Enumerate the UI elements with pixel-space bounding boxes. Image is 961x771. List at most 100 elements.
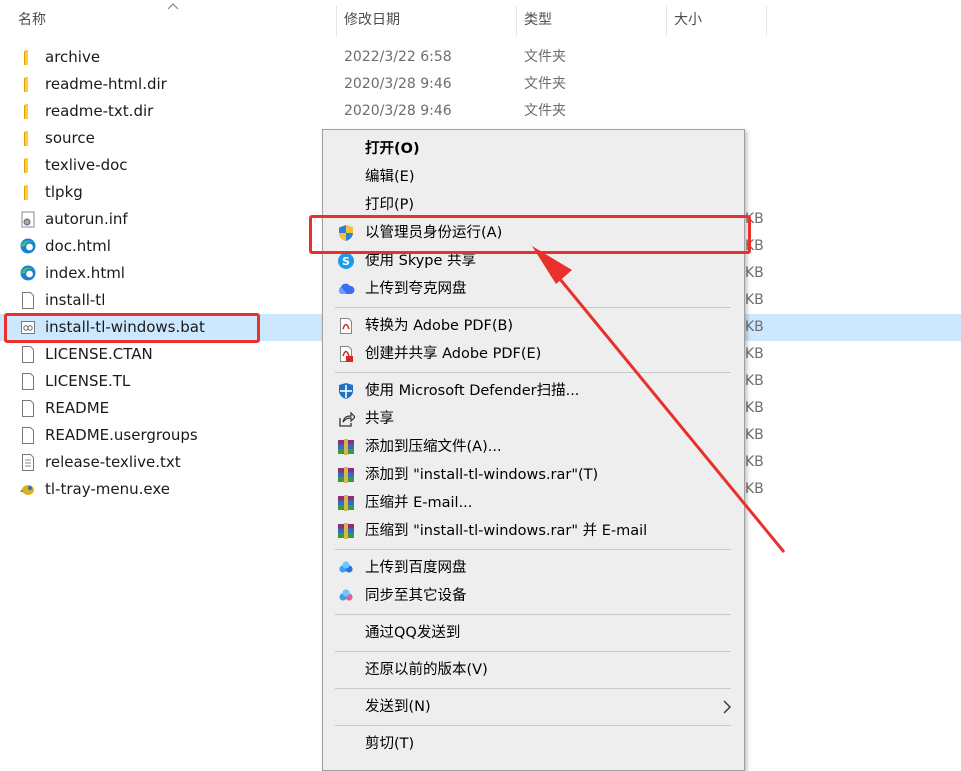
- settings-file-icon: [20, 211, 36, 228]
- menu-separator: [335, 307, 731, 308]
- menu-item-label: 压缩并 E-mail...: [365, 495, 473, 511]
- menu-item[interactable]: 打开(O): [323, 135, 744, 163]
- folder-icon: [20, 157, 36, 174]
- column-divider[interactable]: [666, 6, 667, 36]
- file-name: doc.html: [45, 237, 111, 255]
- baidu-sync-icon: [337, 587, 355, 605]
- file-name: release-texlive.txt: [45, 453, 181, 471]
- share-icon: [337, 410, 356, 428]
- winrar-icon: [337, 494, 355, 512]
- menu-item[interactable]: 添加到压缩文件(A)...: [323, 433, 744, 461]
- menu-item[interactable]: 压缩并 E-mail...: [323, 489, 744, 517]
- column-divider[interactable]: [516, 6, 517, 36]
- menu-item-label: 打开(O): [365, 141, 420, 157]
- winrar-icon: [337, 438, 355, 456]
- menu-item-label: 转换为 Adobe PDF(B): [365, 318, 514, 334]
- column-name[interactable]: 名称: [18, 0, 46, 40]
- menu-item[interactable]: 上传到夸克网盘: [323, 275, 744, 303]
- menu-item[interactable]: 发送到(N): [323, 693, 744, 721]
- menu-separator: [335, 614, 731, 615]
- menu-item[interactable]: 剪切(T): [323, 730, 744, 758]
- menu-item-label: 上传到百度网盘: [365, 560, 467, 576]
- folder-icon: [20, 130, 36, 147]
- text-file-icon: [20, 454, 36, 471]
- menu-item-label: 共享: [365, 411, 394, 427]
- adobe-pdf-icon: [337, 317, 355, 335]
- baidu-cloud-icon: [337, 559, 355, 577]
- file-name: readme-html.dir: [45, 75, 167, 93]
- column-divider[interactable]: [336, 6, 337, 36]
- blank-file-icon: [20, 427, 36, 444]
- menu-item[interactable]: 同步至其它设备: [323, 582, 744, 610]
- svg-text:S: S: [342, 255, 350, 268]
- file-size: KB: [745, 292, 764, 308]
- column-size[interactable]: 大小: [674, 0, 702, 40]
- file-size: KB: [745, 481, 764, 497]
- menu-item[interactable]: 上传到百度网盘: [323, 554, 744, 582]
- file-name: index.html: [45, 264, 125, 282]
- menu-item[interactable]: 创建并共享 Adobe PDF(E): [323, 340, 744, 368]
- menu-item-label: 添加到 "install-tl-windows.rar"(T): [365, 467, 599, 483]
- file-date: 2020/3/28 9:46: [344, 76, 452, 92]
- file-name: LICENSE.TL: [45, 372, 131, 390]
- file-size: KB: [745, 346, 764, 362]
- column-type[interactable]: 类型: [524, 0, 552, 40]
- quark-cloud-icon: [337, 280, 355, 298]
- folder-icon: [20, 103, 36, 120]
- menu-separator: [335, 688, 731, 689]
- file-size: KB: [745, 427, 764, 443]
- menu-separator: [335, 651, 731, 652]
- exe-icon: [20, 481, 36, 498]
- menu-item[interactable]: 共享: [323, 405, 744, 433]
- menu-item[interactable]: 转换为 Adobe PDF(B): [323, 312, 744, 340]
- winrar-icon: [337, 466, 355, 484]
- chevron-right-icon: [723, 700, 731, 714]
- column-divider[interactable]: [766, 6, 767, 36]
- highlight-run-as-admin: [309, 215, 751, 254]
- menu-separator: [335, 372, 731, 373]
- file-row[interactable]: readme-html.dir 2020/3/28 9:46 文件夹: [0, 71, 961, 98]
- menu-item[interactable]: 编辑(E): [323, 163, 744, 191]
- file-name: source: [45, 129, 95, 147]
- menu-item-label: 创建并共享 Adobe PDF(E): [365, 346, 542, 362]
- edge-icon: [20, 265, 36, 282]
- file-size: KB: [745, 373, 764, 389]
- winrar-icon: [337, 522, 355, 540]
- file-size: KB: [745, 265, 764, 281]
- menu-item-label: 通过QQ发送到: [365, 625, 461, 641]
- menu-separator: [335, 725, 731, 726]
- menu-item-label: 使用 Microsoft Defender扫描...: [365, 383, 580, 399]
- file-size: KB: [745, 400, 764, 416]
- blank-file-icon: [20, 346, 36, 363]
- menu-item[interactable]: 还原以前的版本(V): [323, 656, 744, 684]
- column-date[interactable]: 修改日期: [344, 0, 400, 40]
- file-date: 2020/3/28 9:46: [344, 103, 452, 119]
- edge-icon: [20, 238, 36, 255]
- file-name: texlive-doc: [45, 156, 128, 174]
- folder-icon: [20, 184, 36, 201]
- file-name: autorun.inf: [45, 210, 128, 228]
- file-size: KB: [745, 319, 764, 335]
- folder-icon: [20, 76, 36, 93]
- adobe-pdf-share-icon: [337, 345, 355, 363]
- file-name: README.usergroups: [45, 426, 198, 444]
- column-header: 名称 修改日期 类型 大小: [0, 0, 961, 40]
- menu-item[interactable]: 使用 Microsoft Defender扫描...: [323, 377, 744, 405]
- blank-file-icon: [20, 373, 36, 390]
- blank-file-icon: [20, 292, 36, 309]
- file-type: 文件夹: [524, 49, 566, 65]
- defender-icon: [337, 382, 355, 400]
- menu-item[interactable]: 通过QQ发送到: [323, 619, 744, 647]
- highlight-selected-file: [4, 313, 260, 343]
- menu-item[interactable]: 压缩到 "install-tl-windows.rar" 并 E-mail: [323, 517, 744, 545]
- file-name: tl-tray-menu.exe: [45, 480, 170, 498]
- file-name: install-tl: [45, 291, 106, 309]
- menu-item[interactable]: 添加到 "install-tl-windows.rar"(T): [323, 461, 744, 489]
- menu-item-label: 添加到压缩文件(A)...: [365, 439, 502, 455]
- file-row[interactable]: readme-txt.dir 2020/3/28 9:46 文件夹: [0, 98, 961, 125]
- file-name: LICENSE.CTAN: [45, 345, 153, 363]
- file-row[interactable]: archive 2022/3/22 6:58 文件夹: [0, 44, 961, 71]
- file-name: README: [45, 399, 110, 417]
- menu-item-label: 同步至其它设备: [365, 588, 467, 604]
- menu-separator: [335, 549, 731, 550]
